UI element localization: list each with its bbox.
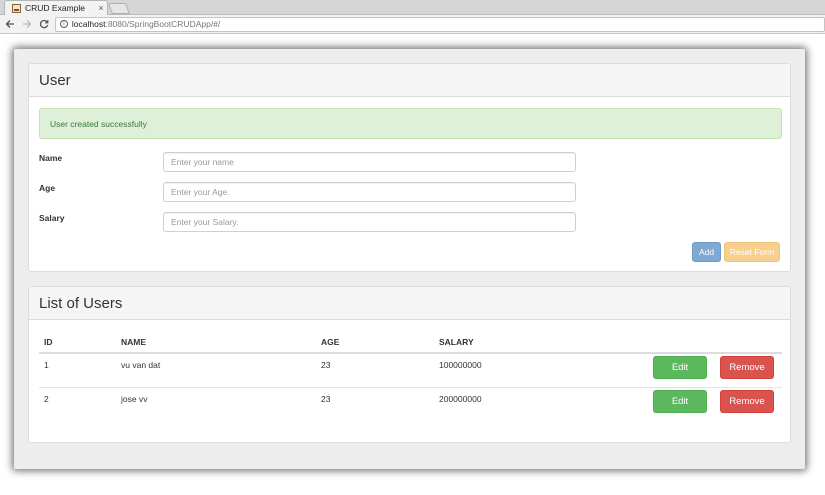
user-panel-title: User — [39, 71, 71, 89]
browser-tab[interactable]: CRUD Example × — [4, 0, 108, 15]
reload-icon[interactable] — [37, 17, 51, 31]
users-list-panel: List of Users ID NAME AGE SALARY 1 vu va… — [28, 286, 791, 443]
tab-close-icon[interactable]: × — [95, 2, 107, 14]
column-header-id: ID — [44, 337, 53, 347]
browser-toolbar: i localhost :8080/SpringBootCRUDApp/#/ — [0, 15, 825, 34]
name-label: Name — [39, 153, 63, 163]
url-host: localhost — [71, 19, 106, 29]
page-viewport: User User created successfully Name Age … — [0, 35, 825, 495]
users-list-title: List of Users — [39, 294, 123, 312]
cell-salary: 100000000 — [439, 360, 482, 370]
column-header-salary: SALARY — [439, 337, 474, 347]
salary-input[interactable] — [163, 212, 576, 232]
row-divider — [39, 387, 782, 388]
cell-name: vu van dat — [121, 360, 161, 370]
column-header-name: NAME — [121, 337, 147, 347]
success-alert: User created successfully — [39, 108, 782, 139]
new-tab-button[interactable] — [107, 3, 131, 14]
cell-id: 2 — [44, 394, 49, 404]
remove-button[interactable]: Remove — [720, 356, 774, 379]
cell-age: 23 — [321, 360, 331, 370]
cell-age: 23 — [321, 394, 331, 404]
page-favicon-icon — [12, 3, 21, 13]
forward-arrow-icon[interactable] — [20, 17, 34, 31]
edit-button[interactable]: Edit — [653, 356, 707, 379]
cell-salary: 200000000 — [439, 394, 482, 404]
age-input[interactable] — [163, 182, 576, 202]
address-bar[interactable]: i localhost :8080/SpringBootCRUDApp/#/ — [54, 16, 825, 32]
table-header-divider — [39, 352, 782, 354]
users-list-heading: List of Users — [29, 287, 790, 320]
success-alert-text: User created successfully — [50, 118, 147, 129]
salary-label: Salary — [39, 213, 65, 223]
tab-title: CRUD Example — [25, 3, 85, 13]
user-form-panel: User User created successfully Name Age … — [28, 63, 791, 272]
remove-button[interactable]: Remove — [720, 390, 774, 413]
name-input[interactable] — [163, 152, 576, 172]
url-path: :8080/SpringBootCRUDApp/#/ — [105, 19, 221, 29]
cell-id: 1 — [44, 360, 49, 370]
user-panel-heading: User — [29, 64, 790, 97]
age-label: Age — [39, 183, 56, 193]
column-header-age: AGE — [321, 337, 340, 347]
add-button[interactable]: Add — [692, 242, 721, 262]
browser-tab-strip: CRUD Example × — [0, 0, 825, 15]
cell-name: jose vv — [121, 394, 148, 404]
reset-form-button[interactable]: Reset Form — [724, 242, 780, 262]
app-container: User User created successfully Name Age … — [14, 49, 805, 469]
info-icon[interactable]: i — [59, 20, 68, 28]
edit-button[interactable]: Edit — [653, 390, 707, 413]
back-arrow-icon[interactable] — [3, 17, 17, 31]
